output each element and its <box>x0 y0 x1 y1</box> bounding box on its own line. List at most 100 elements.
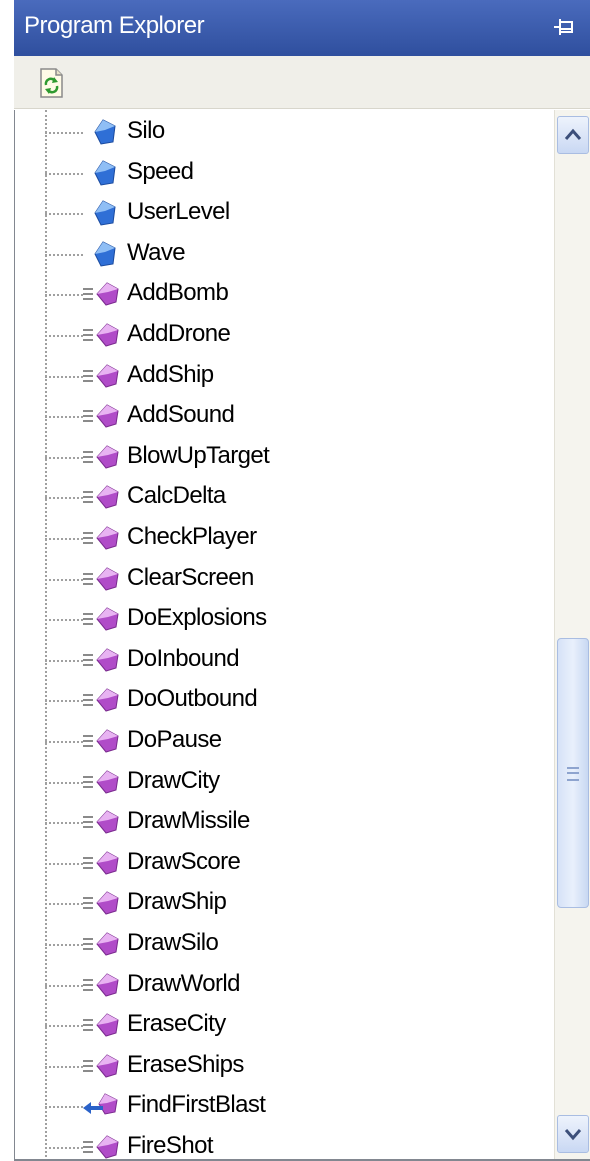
property-icon <box>81 159 121 187</box>
method-icon <box>81 362 121 390</box>
tree-item-label: CalcDelta <box>127 482 226 510</box>
tree-item[interactable]: Speed <box>15 153 555 193</box>
vertical-scrollbar[interactable] <box>554 110 590 1161</box>
method-icon <box>81 483 121 511</box>
tree-item-label: Speed <box>127 157 194 185</box>
tree-item-label: DrawShip <box>127 888 227 916</box>
tree-item[interactable]: AddSound <box>15 396 555 436</box>
tree-item[interactable]: ClearScreen <box>15 559 555 599</box>
tree-item-label: AddDrone <box>127 320 231 347</box>
tree-connector <box>45 335 83 337</box>
tree-item-label: DrawMissile <box>127 807 250 835</box>
tree-item[interactable]: DoExplosions <box>15 599 555 639</box>
method-icon <box>81 280 121 308</box>
tree-item-label: AddSound <box>127 401 235 429</box>
tree-item-label: FindFirstBlast <box>127 1091 266 1119</box>
method-icon <box>81 524 121 552</box>
refresh-button[interactable] <box>34 66 68 100</box>
tree-item-label: AddShip <box>127 360 214 388</box>
method-icon <box>81 1052 121 1080</box>
method-icon <box>81 443 121 471</box>
property-icon <box>81 199 121 227</box>
tree-item[interactable]: FireShot <box>15 1127 555 1161</box>
method-icon <box>81 646 121 674</box>
tree-item-label: UserLevel <box>127 198 230 226</box>
property-icon <box>81 240 121 268</box>
method-icon <box>81 402 121 430</box>
tree-item[interactable]: FindFirstBlast <box>15 1086 555 1126</box>
tree-connector <box>45 538 83 540</box>
tree-list: Silo Speed UserLevel Wave AddBomb AddDrone Add… <box>15 110 555 1161</box>
tree-item[interactable]: DoOutbound <box>15 680 555 720</box>
chevron-up-icon <box>564 128 582 140</box>
tree-connector <box>45 984 83 987</box>
scroll-up-button[interactable] <box>557 116 589 154</box>
tree-item-label: DoOutbound <box>127 685 258 713</box>
tree-item[interactable]: DrawCity <box>15 762 555 802</box>
method-icon <box>81 686 121 714</box>
tree-item[interactable]: CalcDelta <box>15 477 555 517</box>
tree-item[interactable]: Silo <box>15 112 555 152</box>
method-icon <box>81 768 121 796</box>
tree-connector <box>45 213 83 216</box>
tree-item[interactable]: BlowUpTarget <box>15 437 555 477</box>
tree-item[interactable]: Wave <box>15 234 555 274</box>
tree-item[interactable]: DrawWorld <box>15 965 555 1005</box>
tree-item[interactable]: DrawShip <box>15 883 555 923</box>
tree-connector <box>45 659 83 662</box>
refresh-icon <box>40 68 63 98</box>
tree-connector <box>45 456 83 459</box>
tree-item[interactable]: DrawScore <box>15 843 555 883</box>
tree-connector <box>45 132 83 134</box>
tree-connector <box>45 497 83 500</box>
tree-connector <box>45 375 83 378</box>
tree-item[interactable]: EraseShips <box>15 1046 555 1086</box>
tree-connector <box>45 294 83 297</box>
tree-item-label: DrawSilo <box>127 929 219 956</box>
tree-item[interactable]: DrawSilo <box>15 924 555 964</box>
title-bar[interactable]: Program Explorer <box>14 0 590 56</box>
method-icon <box>81 605 121 633</box>
tree-connector <box>45 700 83 703</box>
tree-item-label: DoInbound <box>127 644 240 672</box>
grip-icon <box>567 767 579 781</box>
tree-item[interactable]: AddDrone <box>15 315 555 355</box>
tree-item-label: ClearScreen <box>127 563 254 591</box>
tree-item[interactable]: DoPause <box>15 721 555 761</box>
method-icon <box>81 565 121 593</box>
method-icon <box>81 808 121 836</box>
tree-item[interactable]: DrawMissile <box>15 802 555 842</box>
tree-item-label: BlowUpTarget <box>127 441 270 469</box>
tree-item-label: EraseShips <box>127 1050 244 1078</box>
method-icon <box>81 971 121 999</box>
method-icon <box>81 321 121 349</box>
scroll-down-button[interactable] <box>557 1115 589 1153</box>
tree-connector <box>45 1065 83 1068</box>
tree-item[interactable]: CheckPlayer <box>15 518 555 558</box>
tree-item[interactable]: UserLevel <box>15 193 555 233</box>
method-icon <box>81 1011 121 1039</box>
tree-connector <box>45 741 83 743</box>
tree-item-label: DrawCity <box>127 766 220 794</box>
tree-item[interactable]: AddShip <box>15 356 555 396</box>
tree-item[interactable]: AddBomb <box>15 274 555 314</box>
tree-connector <box>45 619 83 622</box>
program-explorer-window: Program Explorer Silo Speed UserLevel Wa… <box>0 0 590 1161</box>
tree-connector <box>45 578 83 581</box>
tree-item-label: DoPause <box>127 726 222 753</box>
tree-connector <box>45 903 83 906</box>
method-icon <box>81 889 121 917</box>
tree-item[interactable]: EraseCity <box>15 1005 555 1045</box>
pin-icon[interactable] <box>552 16 578 40</box>
scroll-thumb[interactable] <box>557 638 589 908</box>
tree-item[interactable]: DoInbound <box>15 640 555 680</box>
tree-item-label: DrawScore <box>127 847 241 875</box>
tree-item-label: AddBomb <box>127 279 229 307</box>
method-icon <box>81 930 121 958</box>
method-icon <box>81 849 121 877</box>
tree-item-label: CheckPlayer <box>127 523 257 550</box>
tree-panel: Silo Speed UserLevel Wave AddBomb AddDrone Add… <box>14 110 590 1161</box>
tree-item-label: FireShot <box>127 1132 214 1159</box>
tree-connector <box>45 822 83 825</box>
tree-connector <box>45 172 83 175</box>
